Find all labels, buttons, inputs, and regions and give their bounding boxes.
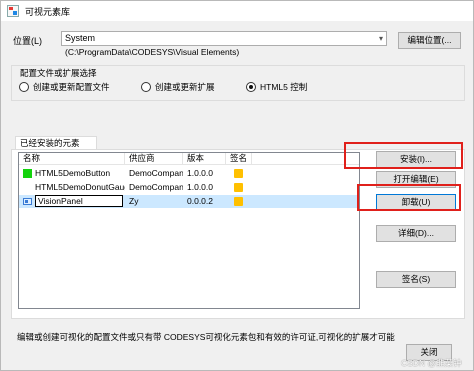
cell-vendor: DemoCompany [129, 182, 183, 192]
column-header-signature[interactable]: 签名 [226, 153, 252, 165]
radio-dot-selected [246, 82, 256, 92]
column-header-name[interactable]: 名称 [19, 153, 125, 165]
row-name: HTML5DemoButton [35, 168, 111, 178]
table-row-selected[interactable]: VisionPanel Zy 0.0.0.2 [19, 195, 359, 208]
column-header-vendor[interactable]: 供应商 [125, 153, 183, 165]
config-group-label: 配置文件或扩展选择 [18, 67, 99, 79]
cell-version: 1.0.0.0 [187, 182, 213, 192]
installed-elements-list[interactable]: 名称 供应商 版本 签名 HTML5DemoButton DemoCompany… [18, 152, 360, 309]
cell-name: HTML5DemoDonutGauge [19, 181, 125, 194]
location-label: 位置(L) [13, 36, 42, 46]
cell-signature [226, 195, 252, 208]
window-title: 可视元素库 [25, 6, 71, 17]
app-icon [7, 5, 19, 17]
radio-create-config[interactable]: 创建或更新配置文件 [19, 81, 110, 93]
location-dropdown[interactable]: System ▾ [61, 31, 387, 46]
tab-installed-elements[interactable]: 已经安装的元素 [15, 136, 97, 150]
radio-label: 创建或更新扩展 [155, 82, 215, 92]
cell-name: HTML5DemoButton [19, 167, 125, 180]
location-path: (C:\ProgramData\CODESYS\Visual Elements) [65, 47, 240, 57]
list-header: 名称 供应商 版本 签名 [19, 153, 359, 165]
cell-signature [226, 167, 252, 180]
watermark: CSDN @韭菜钟 [401, 358, 462, 368]
blank-icon [23, 183, 32, 192]
table-row[interactable]: HTML5DemoButton DemoCompany 1.0.0.0 [19, 167, 359, 180]
cell-name: VisionPanel [19, 195, 125, 208]
row-name: HTML5DemoDonutGauge [35, 182, 125, 192]
radio-create-extension[interactable]: 创建或更新扩展 [141, 81, 215, 93]
cell-vendor: DemoCompany [129, 168, 183, 178]
cell-version: 1.0.0.0 [187, 168, 213, 178]
green-square-icon [23, 169, 32, 179]
chevron-down-icon: ▾ [378, 34, 383, 43]
cell-signature [226, 181, 252, 194]
highlight-box-install [344, 142, 463, 169]
cell-vendor: Zy [129, 196, 139, 206]
location-selected: System [65, 33, 96, 43]
radio-dot [19, 82, 29, 92]
signature-icon [234, 169, 243, 178]
rename-input[interactable]: VisionPanel [35, 195, 123, 207]
vision-panel-icon [23, 198, 32, 206]
column-header-version[interactable]: 版本 [183, 153, 226, 165]
sign-button[interactable]: 签名(S) [376, 271, 456, 288]
visual-element-library-dialog: 可视元素库 位置(L) System ▾ (C:\ProgramData\COD… [0, 0, 474, 371]
title-bar: 可视元素库 [1, 1, 473, 21]
signature-icon [234, 197, 243, 206]
info-text: 编辑或创建可视化的配置文件或只有带 CODESYS可视化元素包和有效的许可证,可… [17, 332, 395, 342]
cell-version: 0.0.0.2 [187, 196, 213, 206]
table-row[interactable]: HTML5DemoDonutGauge DemoCompany 1.0.0.0 [19, 181, 359, 194]
edit-location-button[interactable]: 编辑位置(... [398, 32, 461, 49]
highlight-box-uninstall [357, 184, 461, 211]
details-button[interactable]: 详细(D)... [376, 225, 456, 242]
radio-html5-control[interactable]: HTML5 控制 [246, 81, 307, 93]
radio-label: 创建或更新配置文件 [33, 82, 110, 92]
radio-label: HTML5 控制 [260, 82, 308, 92]
radio-dot [141, 82, 151, 92]
signature-icon [234, 183, 243, 192]
